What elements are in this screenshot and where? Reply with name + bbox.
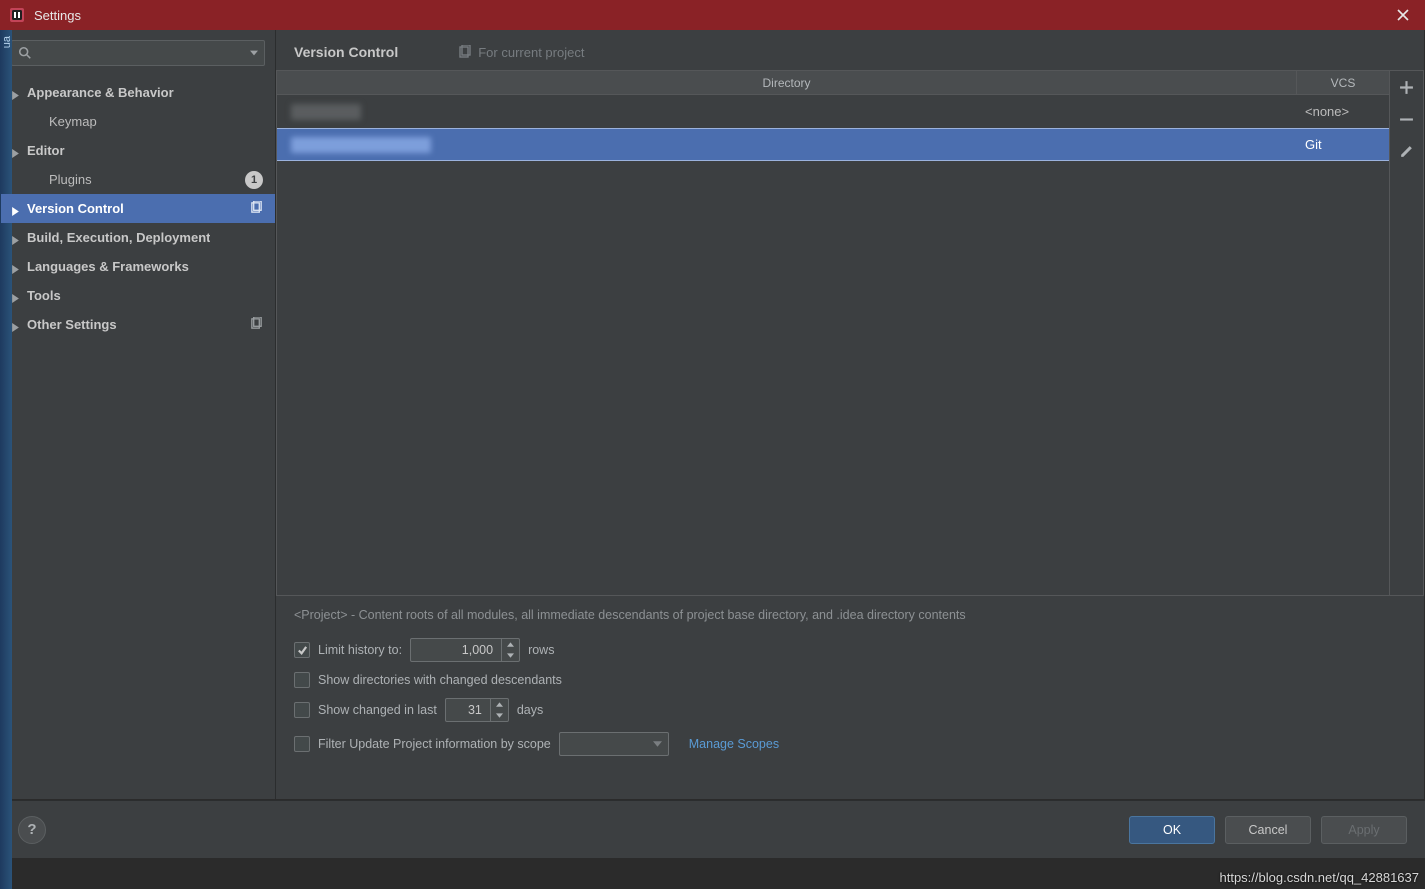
search-icon bbox=[18, 46, 32, 60]
chevron-right-icon bbox=[11, 291, 21, 301]
sidebar-item-label: Plugins bbox=[49, 172, 92, 187]
window-title: Settings bbox=[34, 8, 1389, 23]
pencil-icon bbox=[1399, 144, 1414, 159]
project-scope-hint-label: For current project bbox=[478, 45, 584, 60]
project-scope-icon bbox=[250, 317, 263, 333]
content-pane: Version Control For current project Dire… bbox=[276, 30, 1424, 799]
sidebar-item-other[interactable]: Other Settings bbox=[1, 310, 275, 339]
show-directories-label: Show directories with changed descendant… bbox=[318, 673, 562, 687]
settings-sidebar: Appearance & Behavior Keymap Editor Plug… bbox=[1, 30, 276, 799]
vcs-mapping-table: Directory VCS <none> Git bbox=[276, 70, 1390, 596]
sidebar-item-plugins[interactable]: Plugins 1 bbox=[1, 165, 275, 194]
plus-icon bbox=[1399, 80, 1414, 95]
sidebar-item-label: Keymap bbox=[49, 114, 97, 129]
limit-history-checkbox[interactable] bbox=[294, 642, 310, 658]
table-header: Directory VCS bbox=[277, 71, 1389, 95]
sidebar-item-keymap[interactable]: Keymap bbox=[1, 107, 275, 136]
project-row-description: <Project> - Content roots of all modules… bbox=[294, 608, 1406, 622]
show-changed-spinner[interactable] bbox=[445, 698, 509, 722]
apply-button[interactable]: Apply bbox=[1321, 816, 1407, 844]
filter-scope-label: Filter Update Project information by sco… bbox=[318, 737, 551, 751]
titlebar: Settings bbox=[0, 0, 1425, 30]
sidebar-item-build[interactable]: Build, Execution, Deployment bbox=[1, 223, 275, 252]
limit-history-label: Limit history to: bbox=[318, 643, 402, 657]
show-changed-input[interactable] bbox=[446, 703, 490, 717]
window-close-button[interactable] bbox=[1389, 1, 1417, 29]
cell-directory bbox=[277, 104, 1297, 120]
table-row[interactable]: <none> bbox=[277, 95, 1389, 128]
search-input[interactable] bbox=[36, 46, 250, 60]
project-scope-icon bbox=[458, 45, 472, 59]
chevron-down-icon bbox=[496, 713, 503, 718]
filter-scope-checkbox[interactable] bbox=[294, 736, 310, 752]
chevron-up-icon bbox=[507, 642, 514, 647]
spinner-up[interactable] bbox=[491, 699, 508, 710]
chevron-down-icon bbox=[250, 50, 258, 56]
sidebar-item-label: Version Control bbox=[27, 201, 124, 216]
sidebar-item-label: Editor bbox=[27, 143, 65, 158]
app-icon bbox=[8, 6, 26, 24]
chevron-right-icon bbox=[11, 204, 21, 214]
cell-directory bbox=[277, 137, 1297, 153]
chevron-down-icon bbox=[653, 741, 662, 747]
project-scope-icon bbox=[250, 201, 263, 217]
add-button[interactable] bbox=[1390, 71, 1423, 103]
limit-history-spinner[interactable] bbox=[410, 638, 520, 662]
spinner-up[interactable] bbox=[502, 639, 519, 650]
chevron-right-icon bbox=[11, 262, 21, 272]
check-icon bbox=[297, 645, 308, 656]
ok-button[interactable]: OK bbox=[1129, 816, 1215, 844]
cell-vcs: <none> bbox=[1297, 104, 1389, 119]
th-vcs[interactable]: VCS bbox=[1297, 71, 1389, 94]
days-label: days bbox=[517, 703, 543, 717]
plugins-badge: 1 bbox=[245, 171, 263, 189]
dialog-footer: ? OK Cancel Apply bbox=[0, 800, 1425, 858]
remove-button[interactable] bbox=[1390, 103, 1423, 135]
th-directory[interactable]: Directory bbox=[277, 71, 1297, 94]
edit-button[interactable] bbox=[1390, 135, 1423, 167]
rows-label: rows bbox=[528, 643, 554, 657]
watermark: https://blog.csdn.net/qq_42881637 bbox=[1220, 870, 1420, 885]
chevron-right-icon bbox=[11, 233, 21, 243]
sidebar-item-label: Languages & Frameworks bbox=[27, 259, 189, 274]
chevron-up-icon bbox=[496, 702, 503, 707]
sidebar-item-label: Other Settings bbox=[27, 317, 117, 332]
sidebar-item-languages[interactable]: Languages & Frameworks bbox=[1, 252, 275, 281]
show-changed-label: Show changed in last bbox=[318, 703, 437, 717]
manage-scopes-link[interactable]: Manage Scopes bbox=[689, 737, 779, 751]
chevron-right-icon bbox=[11, 88, 21, 98]
table-toolbar bbox=[1390, 70, 1424, 596]
settings-tree: Appearance & Behavior Keymap Editor Plug… bbox=[1, 74, 275, 799]
show-directories-checkbox[interactable] bbox=[294, 672, 310, 688]
page-title: Version Control bbox=[294, 44, 398, 60]
limit-history-input[interactable] bbox=[411, 643, 501, 657]
spinner-down[interactable] bbox=[502, 650, 519, 661]
sidebar-item-appearance[interactable]: Appearance & Behavior bbox=[1, 78, 275, 107]
help-button[interactable]: ? bbox=[18, 816, 46, 844]
table-row[interactable]: Git bbox=[277, 128, 1389, 161]
sidebar-item-label: Tools bbox=[27, 288, 61, 303]
spinner-down[interactable] bbox=[491, 710, 508, 721]
search-box[interactable] bbox=[11, 40, 265, 66]
cancel-button[interactable]: Cancel bbox=[1225, 816, 1311, 844]
sidebar-item-label: Build, Execution, Deployment bbox=[27, 230, 210, 245]
scope-combobox[interactable] bbox=[559, 732, 669, 756]
chevron-right-icon bbox=[11, 320, 21, 330]
sidebar-item-label: Appearance & Behavior bbox=[27, 85, 174, 100]
sidebar-item-editor[interactable]: Editor bbox=[1, 136, 275, 165]
project-scope-hint: For current project bbox=[458, 45, 584, 60]
chevron-right-icon bbox=[11, 146, 21, 156]
show-changed-checkbox[interactable] bbox=[294, 702, 310, 718]
chevron-down-icon bbox=[507, 653, 514, 658]
minus-icon bbox=[1399, 112, 1414, 127]
sidebar-item-version-control[interactable]: Version Control bbox=[1, 194, 275, 223]
cell-vcs: Git bbox=[1297, 137, 1389, 152]
sidebar-item-tools[interactable]: Tools bbox=[1, 281, 275, 310]
